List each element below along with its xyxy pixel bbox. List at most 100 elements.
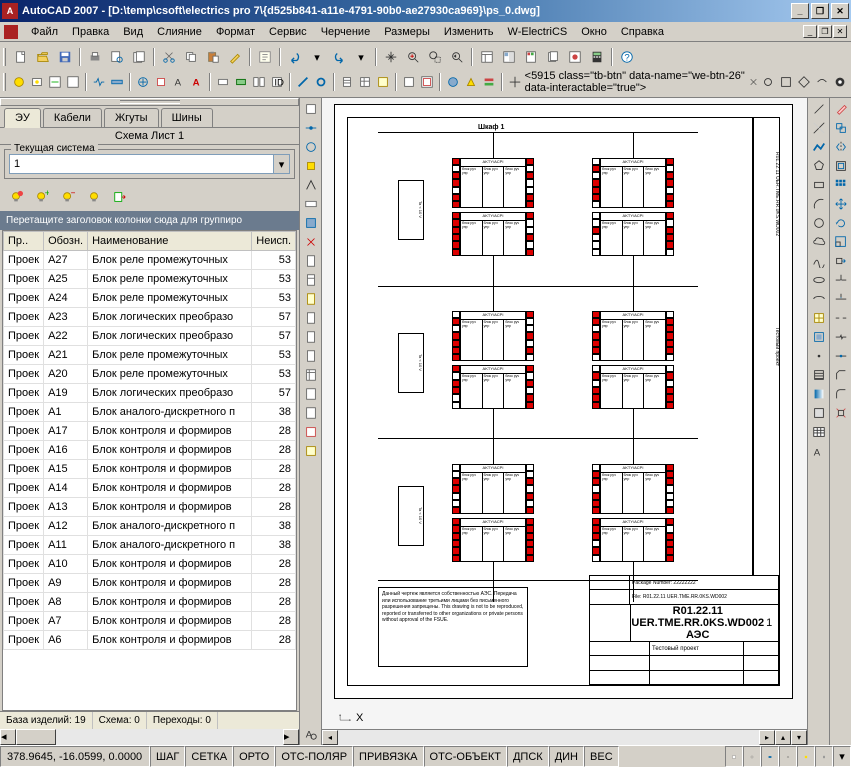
undo-button[interactable] bbox=[285, 47, 305, 67]
table-row[interactable]: ПроекA15Блок контроля и формиров28 bbox=[4, 460, 296, 479]
vt-btn-1[interactable] bbox=[302, 100, 320, 118]
we-btn-5[interactable] bbox=[91, 72, 107, 92]
status-toggle-привязка[interactable]: ПРИВЯЗКА bbox=[353, 746, 423, 767]
print-preview-button[interactable] bbox=[107, 47, 127, 67]
vt-btn-4[interactable] bbox=[302, 157, 320, 175]
mdi-minimize-button[interactable]: _ bbox=[803, 25, 817, 38]
draw-polygon-button[interactable] bbox=[810, 157, 828, 175]
table-header[interactable]: Неисп. bbox=[252, 232, 296, 251]
vt-btn-6[interactable] bbox=[302, 195, 320, 213]
panel-tab-3[interactable]: Шины bbox=[161, 108, 213, 127]
status-toggle-вес[interactable]: ВЕС bbox=[584, 746, 619, 767]
mdi-close-button[interactable]: ✕ bbox=[833, 25, 847, 38]
vt-btn-3[interactable] bbox=[302, 138, 320, 156]
drawing-canvas[interactable]: Шкаф 1 Ta < 10 VAKTY/ACPIблок руч упрбло… bbox=[322, 98, 807, 729]
designcenter-button[interactable] bbox=[499, 47, 519, 67]
extend-button[interactable] bbox=[832, 290, 850, 308]
markup-button[interactable] bbox=[565, 47, 585, 67]
rotate-button[interactable] bbox=[832, 214, 850, 232]
stretch-button[interactable] bbox=[832, 252, 850, 270]
sheet-set-button[interactable] bbox=[543, 47, 563, 67]
array-button[interactable] bbox=[832, 176, 850, 194]
we-btn-4[interactable] bbox=[65, 72, 81, 92]
draw-spline-button[interactable] bbox=[810, 252, 828, 270]
tray-icon-4[interactable] bbox=[779, 746, 797, 767]
menu-правка[interactable]: Правка bbox=[65, 24, 116, 40]
status-toggle-шаг[interactable]: ШАГ bbox=[150, 746, 185, 767]
we-btn-18[interactable] bbox=[357, 72, 373, 92]
we-btn-7[interactable] bbox=[135, 72, 151, 92]
help-button[interactable]: ? bbox=[617, 47, 637, 67]
calculator-button[interactable] bbox=[587, 47, 607, 67]
we-btn-8[interactable] bbox=[153, 72, 169, 92]
components-table-wrap[interactable]: Пр..Обозн.НаименованиеНеисп. ПроекA27Бло… bbox=[2, 230, 297, 711]
vt-btn-9[interactable] bbox=[302, 252, 320, 270]
insert-block-button[interactable] bbox=[810, 309, 828, 327]
bulb-add-icon[interactable]: + bbox=[32, 187, 52, 207]
vt-btn-17[interactable] bbox=[302, 404, 320, 422]
window-minimize-button[interactable]: _ bbox=[791, 3, 809, 19]
tray-icon-3[interactable] bbox=[761, 746, 779, 767]
table-row[interactable]: ПроекA14Блок контроля и формиров28 bbox=[4, 479, 296, 498]
paste-button[interactable] bbox=[203, 47, 223, 67]
tray-icon-1[interactable] bbox=[725, 746, 743, 767]
window-close-button[interactable]: ✕ bbox=[831, 3, 849, 19]
canvas-hscroll[interactable]: ◂▸ ▴▾ bbox=[322, 729, 807, 745]
coords-readout[interactable]: 378.9645, -16.0599, 0.0000 bbox=[0, 746, 150, 767]
pan-button[interactable] bbox=[381, 47, 401, 67]
we-btn-2[interactable] bbox=[29, 72, 45, 92]
vt-btn-11[interactable] bbox=[302, 290, 320, 308]
find-text-button[interactable]: A bbox=[302, 725, 320, 743]
we-btn-31[interactable] bbox=[832, 72, 848, 92]
table-row[interactable]: ПроекA9Блок контроля и формиров28 bbox=[4, 574, 296, 593]
table-button[interactable] bbox=[810, 423, 828, 441]
draw-revcloud-button[interactable] bbox=[810, 233, 828, 251]
panel-handle[interactable] bbox=[0, 98, 299, 106]
we-btn-25[interactable] bbox=[507, 72, 523, 92]
we-btn-17[interactable] bbox=[339, 72, 355, 92]
vt-btn-19[interactable] bbox=[302, 442, 320, 460]
we-btn-23[interactable] bbox=[463, 72, 479, 92]
new-button[interactable] bbox=[11, 47, 31, 67]
we-btn-16[interactable] bbox=[313, 72, 329, 92]
vt-btn-7[interactable] bbox=[302, 214, 320, 232]
menu-размеры[interactable]: Размеры bbox=[377, 24, 437, 40]
menu-файл[interactable]: Файл bbox=[24, 24, 65, 40]
table-row[interactable]: ПроекA10Блок контроля и формиров28 bbox=[4, 555, 296, 574]
draw-point-button[interactable] bbox=[810, 347, 828, 365]
tray-icon-6[interactable] bbox=[815, 746, 833, 767]
we-btn-3[interactable] bbox=[47, 72, 63, 92]
trim-button[interactable] bbox=[832, 271, 850, 289]
bulb-icon[interactable] bbox=[84, 187, 104, 207]
status-toggle-орто[interactable]: ОРТО bbox=[233, 746, 275, 767]
copy2-button[interactable] bbox=[832, 119, 850, 137]
table-row[interactable]: ПроекA22Блок логических преобразо57 bbox=[4, 327, 296, 346]
we-btn-29[interactable] bbox=[796, 72, 812, 92]
draw-arc-button[interactable] bbox=[810, 195, 828, 213]
table-row[interactable]: ПроекA12Блок аналого-дискретного п38 bbox=[4, 517, 296, 536]
vt-btn-18[interactable] bbox=[302, 423, 320, 441]
copy-button[interactable] bbox=[181, 47, 201, 67]
zoom-window-button[interactable] bbox=[425, 47, 445, 67]
table-header[interactable]: Обозн. bbox=[44, 232, 88, 251]
mdi-restore-button[interactable]: ❐ bbox=[818, 25, 832, 38]
menu-справка[interactable]: Справка bbox=[614, 24, 671, 40]
make-block-button[interactable] bbox=[810, 328, 828, 346]
table-header[interactable]: Пр.. bbox=[4, 232, 44, 251]
cut-button[interactable] bbox=[159, 47, 179, 67]
table-row[interactable]: ПроекA17Блок контроля и формиров28 bbox=[4, 422, 296, 441]
explode-button[interactable] bbox=[832, 404, 850, 422]
gradient-button[interactable] bbox=[810, 385, 828, 403]
draw-xline-button[interactable] bbox=[810, 119, 828, 137]
scale-button[interactable] bbox=[832, 233, 850, 251]
we-btn-22[interactable] bbox=[445, 72, 461, 92]
we-btn-19[interactable] bbox=[375, 72, 391, 92]
publish-button[interactable] bbox=[129, 47, 149, 67]
we-btn-1[interactable] bbox=[11, 72, 27, 92]
vt-btn-16[interactable] bbox=[302, 385, 320, 403]
we-btn-10[interactable]: A bbox=[189, 72, 205, 92]
table-row[interactable]: ПроекA7Блок контроля и формиров28 bbox=[4, 612, 296, 631]
menu-окно[interactable]: Окно bbox=[574, 24, 614, 40]
draw-line-button[interactable] bbox=[810, 100, 828, 118]
menu-вид[interactable]: Вид bbox=[116, 24, 150, 40]
